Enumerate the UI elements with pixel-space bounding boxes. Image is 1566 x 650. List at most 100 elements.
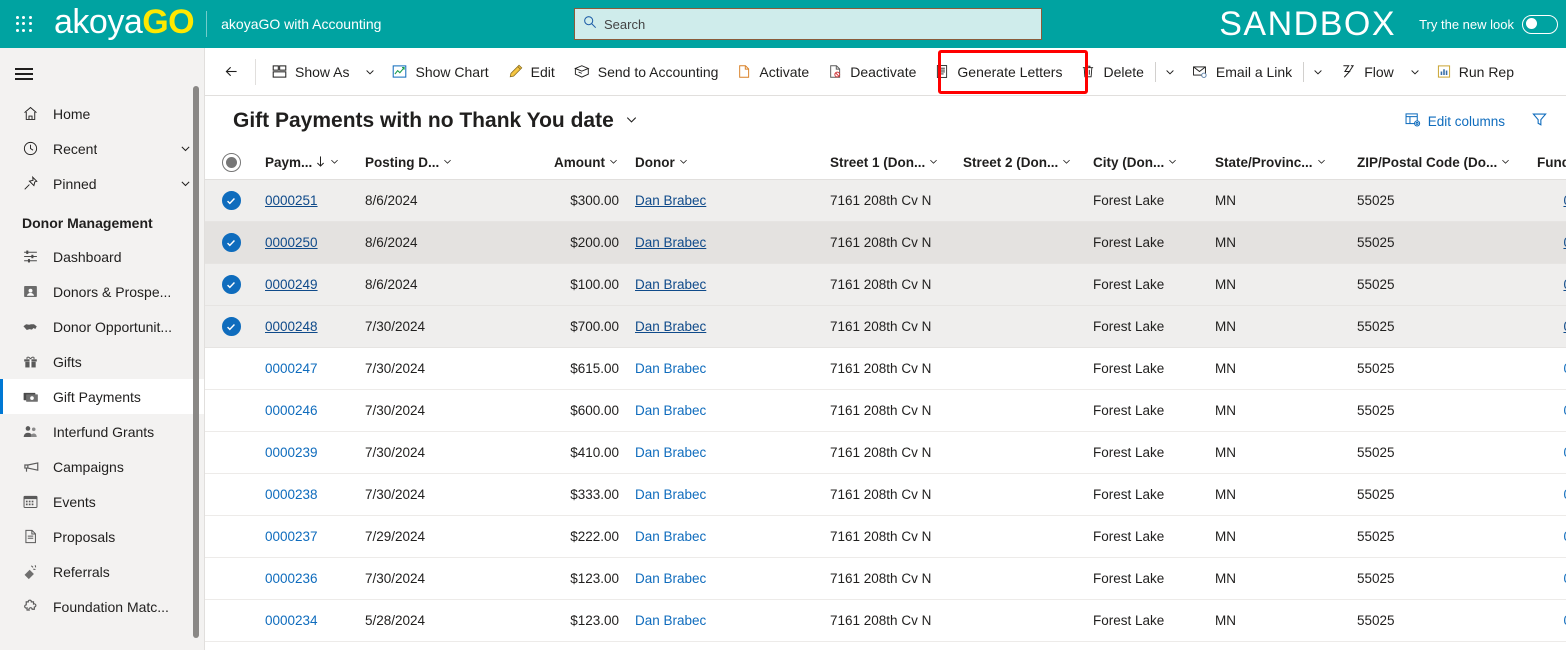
run-report-button[interactable]: Run Rep <box>1427 52 1523 92</box>
cell-payment[interactable]: 0000249 <box>257 277 357 292</box>
chevron-down-icon[interactable] <box>1316 155 1327 170</box>
cell-payment[interactable]: 0000251 <box>257 193 357 208</box>
cell-donor[interactable]: Dan Brabec <box>627 487 822 502</box>
activate-button[interactable]: Activate <box>727 52 818 92</box>
sidebar-item-referrals[interactable]: Referrals <box>0 554 204 589</box>
edit-filters-button[interactable] <box>1525 106 1554 136</box>
column-header-donor[interactable]: Donor <box>627 146 822 179</box>
chevron-down-icon[interactable] <box>608 155 619 170</box>
cell-fund[interactable]: 00004 <box>1529 529 1566 544</box>
payment-link[interactable]: 0000250 <box>265 235 318 250</box>
checkmark-icon[interactable] <box>221 191 241 210</box>
cell-payment[interactable]: 0000236 <box>257 571 357 586</box>
checkmark-icon[interactable] <box>221 317 241 336</box>
cell-payment[interactable]: 0000246 <box>257 403 357 418</box>
donor-link[interactable]: Dan Brabec <box>635 487 706 502</box>
email-chevron[interactable] <box>1306 52 1330 92</box>
column-header-amount[interactable]: Amount <box>512 146 627 179</box>
donor-link[interactable]: Dan Brabec <box>635 235 706 250</box>
table-row[interactable]: 0000250 8/6/2024 $200.00 Dan Brabec 7161 208… <box>205 222 1566 264</box>
cell-payment[interactable]: 0000234 <box>257 613 357 628</box>
donor-link[interactable]: Dan Brabec <box>635 277 706 292</box>
cell-fund[interactable]: 00006 <box>1529 613 1566 628</box>
search-box[interactable] <box>574 8 1042 40</box>
table-row[interactable]: 0000239 7/30/2024 $410.00 Dan Brabec 7161 20… <box>205 432 1566 474</box>
checkmark-icon[interactable] <box>221 233 241 252</box>
cell-payment[interactable]: 0000238 <box>257 487 357 502</box>
menu-icon[interactable] <box>0 52 48 96</box>
column-header-zip[interactable]: ZIP/Postal Code (Do... <box>1349 146 1529 179</box>
table-row[interactable]: 0000251 8/6/2024 $300.00 Dan Brabec 7161 208… <box>205 180 1566 222</box>
cell-fund[interactable]: 00016 <box>1529 403 1566 418</box>
cell-fund[interactable]: 00016 <box>1529 361 1566 376</box>
table-row[interactable]: 0000246 7/30/2024 $600.00 Dan Brabec 7161 20… <box>205 390 1566 432</box>
try-new-look-toggle[interactable]: Try the new look <box>1419 0 1558 48</box>
cell-payment[interactable]: 0000250 <box>257 235 357 250</box>
cell-fund[interactable]: 00009 <box>1529 319 1566 334</box>
sidebar-item-dashboard[interactable]: Dashboard <box>0 239 204 274</box>
show-chart-button[interactable]: Show Chart <box>382 52 497 92</box>
payment-link[interactable]: 0000237 <box>265 529 318 544</box>
payment-link[interactable]: 0000246 <box>265 403 318 418</box>
cell-fund[interactable]: 00003 <box>1529 487 1566 502</box>
search-input[interactable] <box>604 16 1033 32</box>
payment-link[interactable]: 0000247 <box>265 361 318 376</box>
cell-donor[interactable]: Dan Brabec <box>627 403 822 418</box>
chevron-down-icon[interactable] <box>1061 155 1072 170</box>
cell-donor[interactable]: Dan Brabec <box>627 319 822 334</box>
sidebar-item-campaigns[interactable]: Campaigns <box>0 449 204 484</box>
flow-chevron[interactable] <box>1403 52 1427 92</box>
chevron-down-icon[interactable] <box>1500 155 1511 170</box>
sidebar-item-events[interactable]: Events <box>0 484 204 519</box>
cell-payment[interactable]: 0000247 <box>257 361 357 376</box>
payment-link[interactable]: 0000248 <box>265 319 318 334</box>
chevron-down-icon[interactable] <box>1167 155 1178 170</box>
app-launcher-icon[interactable] <box>0 0 48 48</box>
donor-link[interactable]: Dan Brabec <box>635 403 706 418</box>
edit-button[interactable]: Edit <box>498 52 564 92</box>
cell-fund[interactable]: 00010 <box>1529 571 1566 586</box>
payment-link[interactable]: 0000239 <box>265 445 318 460</box>
donor-link[interactable]: Dan Brabec <box>635 571 706 586</box>
table-row[interactable]: 0000249 8/6/2024 $100.00 Dan Brabec 7161 208… <box>205 264 1566 306</box>
column-header-state[interactable]: State/Provinc... <box>1207 146 1349 179</box>
donor-link[interactable]: Dan Brabec <box>635 193 706 208</box>
back-button[interactable] <box>215 56 247 88</box>
show-as-button[interactable]: Show As <box>262 52 358 92</box>
cell-donor[interactable]: Dan Brabec <box>627 361 822 376</box>
edit-columns-button[interactable]: Edit columns <box>1398 106 1511 136</box>
column-header-posting-date[interactable]: Posting D... <box>357 146 512 179</box>
sidebar-item-home[interactable]: Home <box>0 96 204 131</box>
cell-payment[interactable]: 0000239 <box>257 445 357 460</box>
row-select-checkbox[interactable] <box>205 275 257 294</box>
row-select-checkbox[interactable] <box>205 233 257 252</box>
donor-link[interactable]: Dan Brabec <box>635 529 706 544</box>
sidebar-item-donors-prospects[interactable]: Donors & Prospe... <box>0 274 204 309</box>
table-row[interactable]: 0000237 7/29/2024 $222.00 Dan Brabec 7161 20… <box>205 516 1566 558</box>
sidebar-item-gifts[interactable]: Gifts <box>0 344 204 379</box>
column-header-city[interactable]: City (Don... <box>1085 146 1207 179</box>
select-all-checkbox[interactable] <box>205 146 257 179</box>
show-as-chevron[interactable] <box>358 52 382 92</box>
cell-donor[interactable]: Dan Brabec <box>627 277 822 292</box>
sidebar-item-donor-opportunities[interactable]: Donor Opportunit... <box>0 309 204 344</box>
donor-link[interactable]: Dan Brabec <box>635 445 706 460</box>
chevron-down-icon[interactable] <box>179 177 192 190</box>
flow-button[interactable]: Flow <box>1330 52 1403 92</box>
cell-donor[interactable]: Dan Brabec <box>627 571 822 586</box>
chevron-down-icon[interactable] <box>329 155 340 170</box>
cell-fund[interactable]: 00003 <box>1529 235 1566 250</box>
row-select-checkbox[interactable] <box>205 317 257 336</box>
delete-chevron[interactable] <box>1158 52 1182 92</box>
payment-link[interactable]: 0000236 <box>265 571 318 586</box>
sidebar-item-gift-payments[interactable]: Gift Payments <box>0 379 204 414</box>
donor-link[interactable]: Dan Brabec <box>635 613 706 628</box>
chevron-down-icon[interactable] <box>179 142 192 155</box>
cell-donor[interactable]: Dan Brabec <box>627 529 822 544</box>
donor-link[interactable]: Dan Brabec <box>635 361 706 376</box>
payment-link[interactable]: 0000249 <box>265 277 318 292</box>
brand-logo[interactable]: akoyaGO <box>54 5 195 43</box>
table-row[interactable]: 0000238 7/30/2024 $333.00 Dan Brabec 7161 20… <box>205 474 1566 516</box>
sidebar-item-pinned[interactable]: Pinned <box>0 166 204 201</box>
cell-fund[interactable]: 00018 <box>1529 445 1566 460</box>
